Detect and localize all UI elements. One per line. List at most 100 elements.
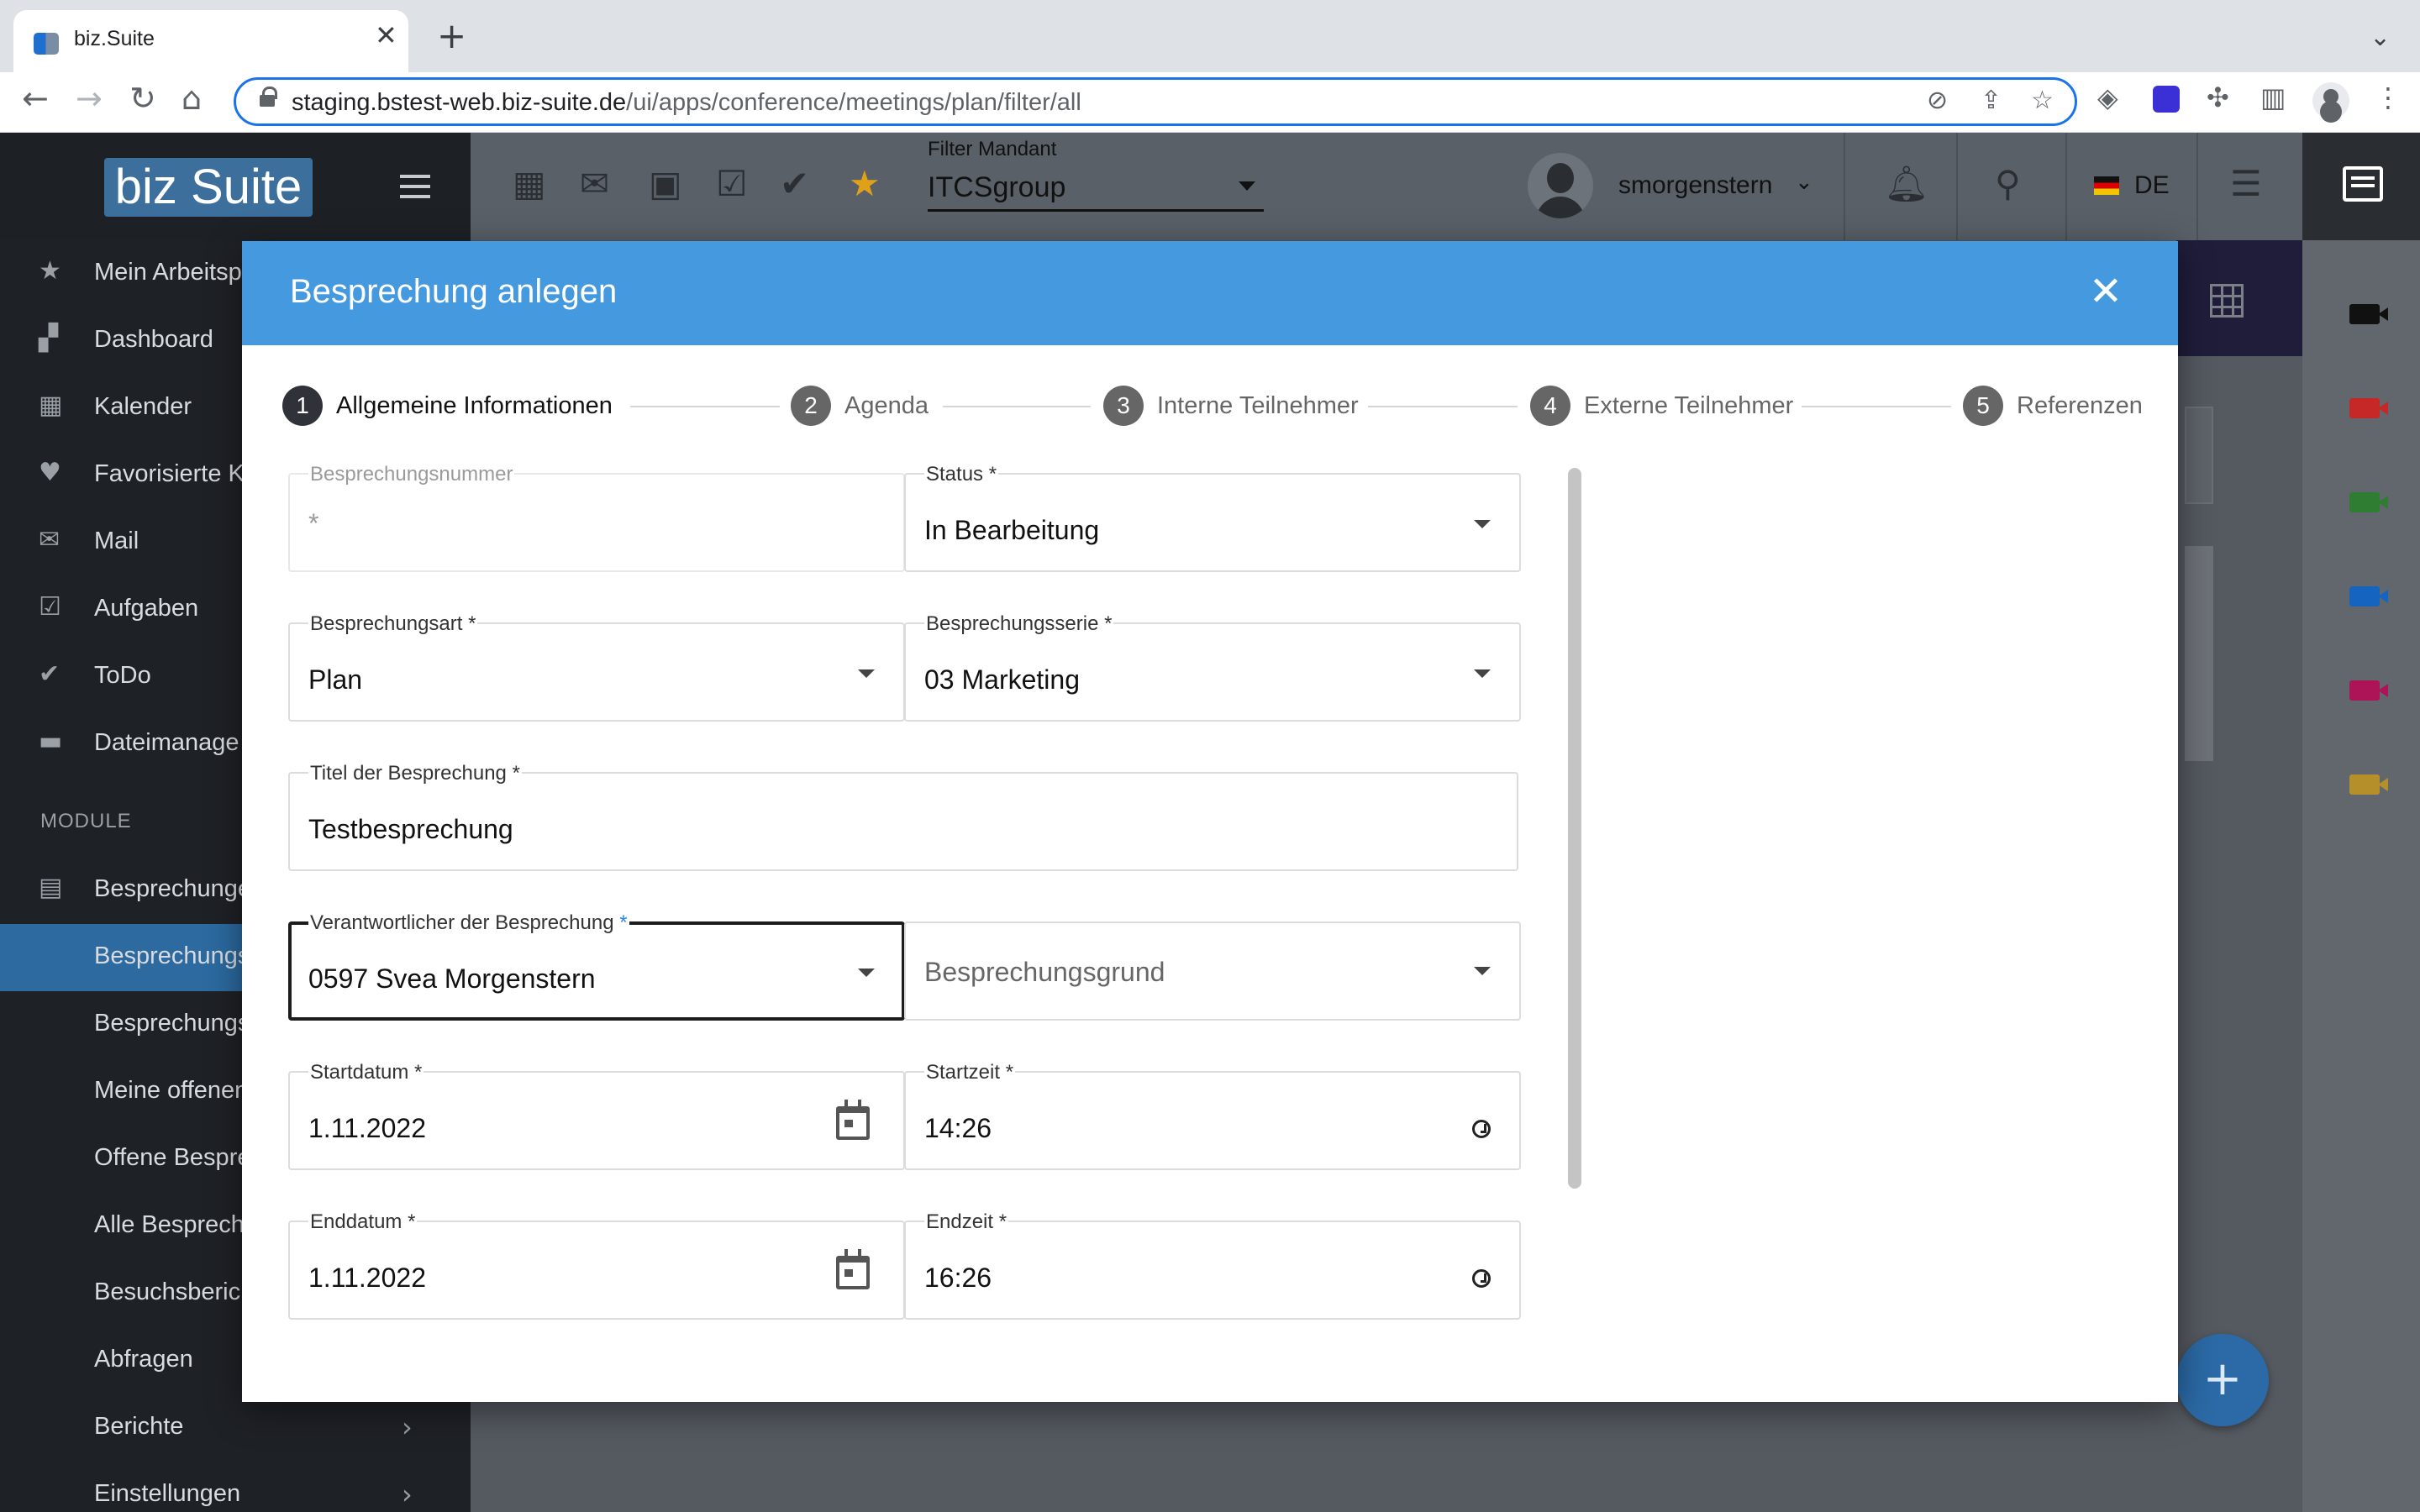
video-add-green-icon[interactable] bbox=[2349, 492, 2388, 512]
language-selector[interactable]: DE bbox=[2134, 171, 2170, 200]
startzeit-input[interactable]: Startzeit * 14:26 bbox=[904, 1061, 1521, 1170]
mail-icon: ✉ bbox=[39, 525, 60, 554]
mail-icon[interactable]: ✉ bbox=[580, 166, 609, 202]
clock-icon[interactable] bbox=[1472, 1269, 1491, 1288]
forward-icon[interactable]: → bbox=[76, 82, 103, 114]
filter-mandant-select[interactable]: ITCSgroup bbox=[928, 171, 1264, 212]
sidebar-item-label: Besuchsberich bbox=[94, 1278, 255, 1305]
field-label: Besprechungsart * bbox=[308, 612, 478, 636]
address-bar[interactable]: staging.bstest-web.biz-suite.de/ui/apps/… bbox=[234, 77, 2077, 126]
field-value: 1.11.2022 bbox=[308, 1263, 426, 1293]
new-tab-icon[interactable]: + bbox=[437, 18, 466, 54]
sidebar-item-label: Dateimanage bbox=[94, 729, 239, 756]
extension-diamond-icon[interactable]: ◈ bbox=[2097, 84, 2118, 111]
video-extension-icon[interactable] bbox=[2153, 86, 2180, 113]
sidebar-item-berichte[interactable]: Berichte › bbox=[0, 1394, 471, 1462]
besprechungsart-select[interactable]: Besprechungsart * Plan bbox=[288, 612, 905, 722]
username[interactable]: smorgenstern bbox=[1618, 171, 1772, 200]
hamburger-menu-icon[interactable] bbox=[400, 175, 430, 198]
sidebar-item-label: Offene Bespre bbox=[94, 1144, 251, 1171]
step-number: 1 bbox=[282, 386, 323, 426]
close-icon[interactable]: ✕ bbox=[2081, 266, 2131, 317]
sidebar-item-label: Mail bbox=[94, 528, 139, 554]
clipboard-icon: ▤ bbox=[39, 873, 63, 902]
titel-input[interactable]: Titel der Besprechung * Testbesprechung bbox=[288, 762, 1518, 871]
profile-avatar-icon[interactable] bbox=[2312, 82, 2349, 119]
step-agenda[interactable]: 2 Agenda bbox=[791, 386, 942, 426]
user-avatar[interactable] bbox=[1528, 153, 1593, 218]
reload-icon[interactable]: ↻ bbox=[129, 82, 156, 114]
besprechungsserie-select[interactable]: Besprechungsserie * 03 Marketing bbox=[904, 612, 1521, 722]
field-value: 1.11.2022 bbox=[308, 1113, 426, 1143]
step-interne-teilnehmer[interactable]: 3 Interne Teilnehmer bbox=[1103, 386, 1372, 426]
calendar-icon[interactable] bbox=[836, 1100, 870, 1140]
chat-button[interactable] bbox=[2302, 133, 2420, 240]
video-add-icon[interactable] bbox=[2349, 304, 2388, 324]
field-label: Enddatum * bbox=[308, 1210, 418, 1234]
besprechungsnummer-field[interactable]: Besprechungsnummer * bbox=[288, 463, 905, 572]
todo-check-icon[interactable]: ✔ bbox=[780, 166, 809, 202]
field-label: Startdatum * bbox=[308, 1061, 424, 1084]
notification-bell-icon[interactable]: 🔔︎ bbox=[1884, 166, 1928, 202]
bizsuite-logo[interactable]: biz Suite bbox=[104, 158, 313, 217]
folder-icon: ▬ bbox=[39, 727, 63, 756]
field-value: 16:26 bbox=[924, 1263, 992, 1293]
browser-tab[interactable]: biz.Suite ✕ bbox=[13, 10, 408, 72]
calendar-icon[interactable] bbox=[836, 1249, 870, 1289]
calendar-icon[interactable]: ▦ bbox=[513, 166, 546, 202]
caret-down-icon bbox=[1474, 520, 1491, 528]
side-panel-icon[interactable]: ▥ bbox=[2260, 84, 2286, 111]
field-value: 14:26 bbox=[924, 1113, 992, 1143]
chat-icon bbox=[2343, 166, 2383, 202]
list-icon[interactable]: ☰ bbox=[2230, 166, 2262, 202]
grid-view-icon[interactable] bbox=[2210, 284, 2244, 318]
share-icon[interactable]: ⇪ bbox=[1981, 88, 2002, 113]
task-checkbox-icon[interactable]: ☑ bbox=[716, 166, 748, 202]
step-allgemeine-informationen[interactable]: 1 Allgemeine Informationen bbox=[282, 386, 618, 426]
search-icon[interactable]: ⚲ bbox=[1995, 166, 2021, 202]
verantwortlicher-select[interactable]: Verantwortlicher der Besprechung * 0597 … bbox=[288, 911, 905, 1021]
add-fab-button[interactable]: + bbox=[2176, 1334, 2269, 1426]
field-value: Plan bbox=[308, 664, 363, 695]
chevron-down-icon[interactable]: ⌄ bbox=[1795, 170, 1813, 195]
video-add-blue-icon[interactable] bbox=[2349, 586, 2388, 606]
required-mark: * bbox=[619, 911, 628, 934]
video-add-red-icon[interactable] bbox=[2349, 398, 2388, 418]
status-select[interactable]: Status * In Bearbeitung bbox=[904, 463, 1521, 572]
startdatum-input[interactable]: Startdatum * 1.11.2022 bbox=[288, 1061, 905, 1170]
field-value: In Bearbeitung bbox=[924, 515, 1100, 545]
german-flag-icon[interactable] bbox=[2094, 176, 2119, 195]
tab-close-icon[interactable]: ✕ bbox=[375, 22, 397, 49]
dialog-scrollbar[interactable] bbox=[1568, 468, 1581, 1189]
blocked-content-icon[interactable]: ⊘ bbox=[1927, 88, 1948, 113]
besprechungsgrund-select[interactable]: Besprechungsgrund bbox=[904, 921, 1521, 1021]
divider bbox=[2196, 133, 2198, 240]
sidebar-item-einstellungen[interactable]: Einstellungen › bbox=[0, 1462, 471, 1512]
field-label: Endzeit * bbox=[924, 1210, 1009, 1234]
clock-icon[interactable] bbox=[1472, 1120, 1491, 1138]
bookmark-star-icon[interactable]: ☆ bbox=[2031, 88, 2054, 113]
background-select bbox=[2185, 407, 2213, 504]
step-referenzen[interactable]: 5 Referenzen bbox=[1963, 386, 2148, 426]
field-value: 0597 Svea Morgenstern bbox=[308, 963, 596, 994]
url-text[interactable]: staging.bstest-web.biz-suite.de/ui/apps/… bbox=[292, 89, 1081, 117]
tab-search-chevron-icon[interactable]: ⌄ bbox=[2370, 25, 2391, 50]
favorite-star-icon[interactable]: ★ bbox=[849, 166, 881, 202]
enddatum-input[interactable]: Enddatum * 1.11.2022 bbox=[288, 1210, 905, 1320]
contact-icon[interactable]: ▣ bbox=[649, 166, 682, 202]
back-icon[interactable]: ← bbox=[22, 82, 49, 114]
lock-icon[interactable] bbox=[260, 87, 277, 110]
field-label: Besprechungsnummer bbox=[308, 463, 515, 486]
video-add-pink-icon[interactable] bbox=[2349, 680, 2388, 701]
endzeit-input[interactable]: Endzeit * 16:26 bbox=[904, 1210, 1521, 1320]
extensions-puzzle-icon[interactable]: ✣ bbox=[2207, 84, 2229, 111]
step-externe-teilnehmer[interactable]: 4 Externe Teilnehmer bbox=[1530, 386, 1799, 426]
field-value: Testbesprechung bbox=[308, 814, 513, 844]
field-label: Verantwortlicher der Besprechung * bbox=[308, 911, 629, 935]
home-icon[interactable]: ⌂ bbox=[182, 82, 202, 114]
step-number: 4 bbox=[1530, 386, 1570, 426]
step-connector bbox=[630, 406, 780, 407]
browser-menu-icon[interactable]: ⋮ bbox=[2375, 84, 2402, 111]
video-add-yellow-icon[interactable] bbox=[2349, 774, 2388, 795]
sidebar-item-label: Favorisierte K bbox=[94, 460, 245, 487]
